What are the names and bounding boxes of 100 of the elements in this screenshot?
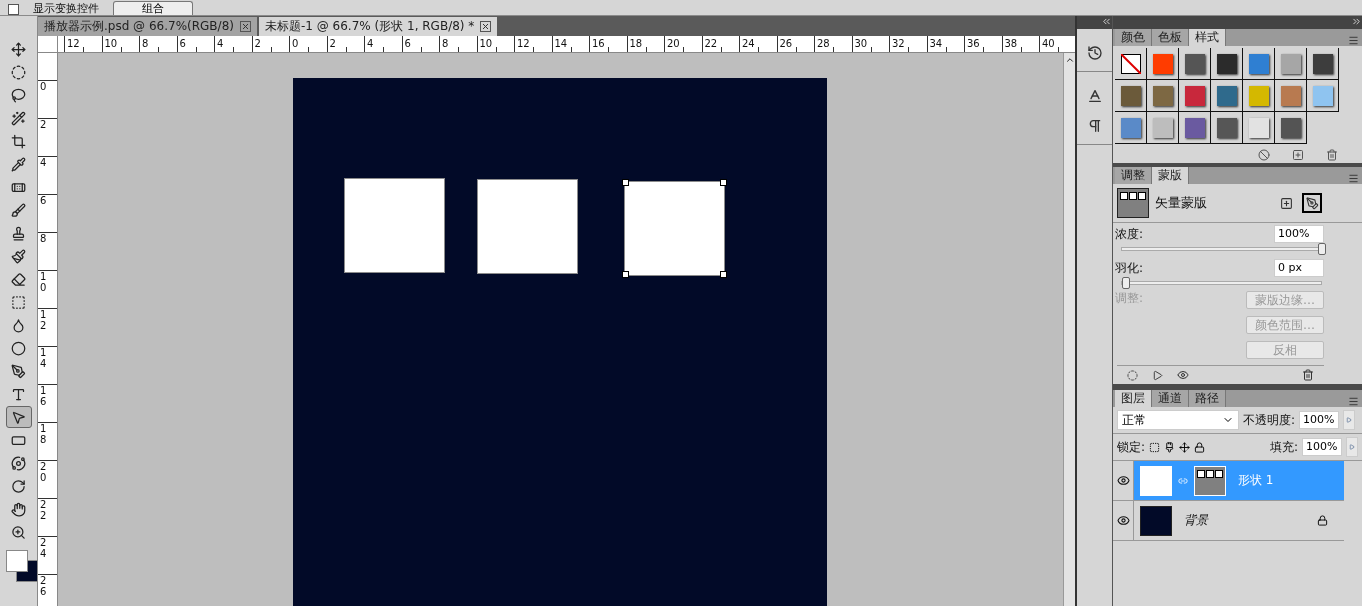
combine-button[interactable]: 组合	[113, 1, 193, 15]
panel-tab[interactable]: 颜色	[1115, 29, 1152, 46]
ruler-label: 18	[40, 423, 48, 445]
anchor-point[interactable]	[720, 271, 727, 278]
ruler-label: 32	[891, 38, 905, 49]
ruler-label: 0	[40, 81, 48, 92]
ruler-label: 2	[253, 38, 261, 49]
style-swatch[interactable]	[1248, 85, 1269, 106]
menu-icon	[1348, 173, 1359, 184]
close-icon[interactable]	[480, 21, 492, 32]
rectangle-shape[interactable]	[344, 178, 445, 273]
ruler-label: 0	[291, 38, 299, 49]
mask-thumbnail	[1117, 188, 1149, 218]
lock-icon	[1194, 441, 1206, 453]
anchor-point[interactable]	[622, 271, 629, 278]
stamp-icon	[11, 225, 26, 241]
vector-mask-button[interactable]	[1302, 193, 1322, 213]
ruler-label: 12	[66, 38, 80, 49]
wand-icon	[11, 110, 26, 126]
marquee-icon	[11, 64, 26, 80]
ruler-label: 30	[853, 38, 868, 49]
layer-name: 背景	[1184, 512, 1210, 529]
lasso-icon	[11, 87, 26, 103]
ruler-label: 26	[778, 38, 793, 49]
style-swatch[interactable]	[1184, 85, 1205, 106]
pen-icon	[11, 363, 26, 379]
ruler-label: 4	[216, 38, 224, 49]
fill-field[interactable]: 100%	[1302, 438, 1342, 456]
orbit-icon	[11, 455, 26, 471]
panel-tab[interactable]: 调整	[1115, 167, 1152, 184]
style-swatch[interactable]	[1120, 85, 1141, 106]
blend-mode-dropdown[interactable]: 正常	[1117, 410, 1239, 430]
style-swatch[interactable]	[1152, 53, 1173, 74]
lock-position-icon	[1179, 441, 1191, 453]
style-swatch[interactable]	[1280, 117, 1301, 138]
ruler-label: 16	[40, 385, 48, 407]
panel-tab[interactable]: 样式	[1189, 29, 1226, 46]
panel-tab[interactable]: 路径	[1189, 390, 1226, 407]
eye-icon	[1177, 369, 1189, 381]
tool-button[interactable]	[5, 406, 32, 428]
layer-name: 形状 1	[1238, 472, 1275, 489]
style-swatch[interactable]	[1152, 85, 1173, 106]
style-swatch[interactable]	[1216, 53, 1237, 74]
style-swatch[interactable]	[1280, 53, 1301, 74]
trash-icon	[1302, 369, 1314, 381]
eye-icon	[1116, 514, 1130, 527]
feather-field[interactable]: 0 px	[1274, 259, 1324, 277]
panel-tab[interactable]: 蒙版	[1152, 167, 1189, 184]
style-swatch[interactable]	[1248, 117, 1269, 138]
density-field[interactable]: 100%	[1274, 225, 1324, 243]
ruler-label: 14	[553, 38, 568, 49]
panel-tab[interactable]: 通道	[1152, 390, 1189, 407]
ruler-label: 8	[40, 233, 48, 244]
rectangle-shape[interactable]	[477, 179, 578, 274]
style-swatch[interactable]	[1248, 53, 1269, 74]
menu-icon	[1348, 35, 1359, 46]
document-tab[interactable]: 未标题-1 @ 66.7% (形状 1, RGB/8) *	[258, 17, 498, 36]
ruler-label: 18	[628, 38, 643, 49]
close-icon[interactable]	[239, 21, 251, 32]
foreground-color-swatch[interactable]	[5, 550, 28, 572]
scrollbar[interactable]	[1063, 53, 1075, 606]
panel-tab[interactable]: 图层	[1115, 390, 1152, 407]
slider-thumb[interactable]	[1122, 277, 1130, 289]
arrow-icon	[1349, 444, 1355, 450]
lock-transparency-icon	[1149, 441, 1161, 453]
ruler-label: 8	[141, 38, 149, 49]
clear-style-icon	[1258, 149, 1270, 161]
anchor-point[interactable]	[720, 179, 727, 186]
panel-tab[interactable]: 色板	[1152, 29, 1189, 46]
ruler-label: 16	[591, 38, 605, 49]
anchor-point[interactable]	[622, 179, 629, 186]
layer-thumbnail	[1140, 505, 1172, 536]
mask-thumbnail	[1194, 465, 1226, 496]
style-swatch[interactable]	[1216, 85, 1237, 106]
eraser-icon	[11, 271, 26, 287]
layer-row[interactable]: 背景	[1113, 501, 1344, 541]
eyedropper-icon	[11, 156, 26, 172]
checkbox[interactable]	[8, 4, 19, 15]
slider-thumb[interactable]	[1318, 243, 1326, 255]
ruler-label: 22	[703, 38, 718, 49]
expand-icon	[1351, 16, 1362, 27]
ruler-label: 10	[40, 271, 48, 293]
document-tab[interactable]: 播放器示例.psd @ 66.7%(RGB/8)	[38, 17, 257, 36]
style-swatch[interactable]	[1312, 85, 1333, 106]
style-swatch[interactable]	[1280, 85, 1301, 106]
layer-thumbnail	[1140, 465, 1172, 496]
style-swatch[interactable]	[1184, 117, 1205, 138]
style-swatch[interactable]	[1152, 117, 1173, 138]
style-swatch[interactable]	[1120, 117, 1141, 138]
style-swatch[interactable]	[1184, 53, 1205, 74]
paintbrush-icon	[11, 248, 26, 264]
no-style-icon[interactable]	[1120, 53, 1141, 74]
pen-icon	[1305, 196, 1319, 210]
style-swatch[interactable]	[1312, 53, 1333, 74]
opacity-field[interactable]: 100%	[1299, 411, 1340, 429]
style-swatch[interactable]	[1216, 117, 1237, 138]
new-style-icon	[1292, 149, 1304, 161]
ruler-label: 12	[40, 309, 48, 331]
feather-label: 羽化:	[1115, 259, 1144, 277]
ruler-label: 6	[40, 195, 48, 206]
